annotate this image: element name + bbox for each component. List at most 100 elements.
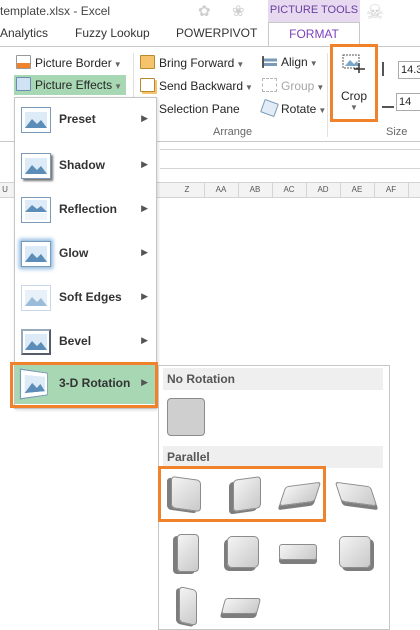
menu-item-label: Bevel	[59, 334, 92, 348]
group-button[interactable]: Group ▼	[262, 78, 324, 93]
rotation-shape-icon	[179, 586, 197, 626]
chevron-down-icon: ▼	[309, 59, 318, 68]
menu-item-reflection[interactable]: Reflection ▶	[15, 190, 156, 230]
picture-effects-label: Picture Effects	[35, 78, 113, 92]
rotation-shape-icon	[334, 481, 378, 507]
chevron-down-icon: ▼	[318, 106, 327, 115]
title-bar: template.xlsx - Excel ✿ ❀ PICTURE TOOLS …	[0, 0, 420, 24]
picture-border-icon	[16, 55, 31, 69]
rotation-shape-icon	[279, 544, 317, 560]
rotation-shape-icon	[227, 536, 259, 568]
chevron-down-icon: ▼	[316, 83, 325, 92]
chevron-down-icon: ▼	[236, 60, 245, 69]
tab-format-label: FORMAT	[289, 27, 339, 41]
height-field[interactable]: 14.3	[382, 61, 420, 79]
menu-item-label: Soft Edges	[59, 290, 122, 304]
width-field[interactable]: 14	[382, 93, 420, 111]
shadow-icon	[21, 153, 51, 179]
parallel-header-label: Parallel	[167, 450, 210, 464]
chevron-right-icon: ▶	[141, 113, 148, 123]
parallel-option-6[interactable]	[223, 532, 263, 572]
column-header[interactable]: AE	[340, 185, 374, 194]
picture-effects-button[interactable]: Picture Effects ▼	[14, 75, 127, 95]
bring-forward-icon	[140, 55, 155, 69]
chevron-down-icon: ▼	[113, 60, 122, 69]
selection-pane-label: Selection Pane	[159, 102, 240, 116]
chevron-right-icon: ▶	[141, 159, 148, 169]
column-header[interactable]: AC	[272, 185, 306, 194]
menu-item-label: Glow	[59, 246, 89, 260]
no-rotation-header: No Rotation	[163, 368, 383, 390]
picture-border-button[interactable]: Picture Border ▼	[0, 55, 122, 70]
menu-item-preset[interactable]: Preset ▶	[15, 100, 156, 140]
tab-powerpivot[interactable]: POWERPIVOT	[176, 26, 257, 40]
formula-input[interactable]	[160, 149, 420, 169]
column-gridline	[408, 183, 409, 197]
parallel-option-9[interactable]	[167, 586, 207, 626]
send-backward-button[interactable]: Send Backward ▼	[140, 78, 253, 93]
highlight-3d-rotation	[10, 362, 158, 408]
bring-forward-label: Bring Forward	[159, 56, 235, 70]
column-header[interactable]: AA	[204, 185, 238, 194]
crop-button[interactable]: Crop ▼	[330, 44, 378, 122]
height-icon	[382, 62, 396, 76]
width-icon	[382, 96, 394, 108]
bevel-icon	[21, 329, 51, 355]
menu-item-soft-edges[interactable]: Soft Edges ▶	[15, 278, 156, 318]
rotate-icon	[260, 98, 279, 118]
menu-item-label: Shadow	[59, 158, 106, 172]
arrange-group-label: Arrange	[213, 126, 253, 138]
picture-border-label: Picture Border	[35, 56, 112, 70]
align-icon	[262, 56, 277, 68]
parallel-option-5[interactable]	[167, 532, 207, 572]
send-backward-label: Send Backward	[159, 79, 244, 93]
bring-forward-button[interactable]: Bring Forward ▼	[140, 55, 244, 70]
size-group-label: Size	[386, 126, 408, 138]
width-input[interactable]: 14	[396, 93, 420, 111]
tab-fuzzy-lookup[interactable]: Fuzzy Lookup	[75, 26, 150, 40]
menu-item-bevel[interactable]: Bevel ▶	[15, 322, 156, 362]
decoration-icon: ✿	[198, 3, 211, 20]
reflection-icon	[21, 197, 51, 223]
preset-icon	[21, 107, 51, 133]
parallel-option-10[interactable]	[220, 586, 262, 626]
menu-item-label: Preset	[59, 112, 96, 126]
rotate-label: Rotate	[281, 102, 317, 116]
rotation-shape-icon	[220, 598, 262, 614]
rotation-shape-icon	[339, 536, 371, 568]
align-label: Align	[281, 55, 308, 69]
highlight-parallel-options	[158, 466, 326, 522]
decoration-icon: ❀	[232, 3, 245, 20]
menu-item-glow[interactable]: Glow ▶	[15, 234, 156, 274]
no-rotation-option[interactable]	[167, 398, 205, 436]
chevron-right-icon: ▶	[141, 247, 148, 257]
column-header[interactable]: AF	[374, 185, 408, 194]
soft-edges-icon	[21, 285, 51, 311]
menu-item-shadow[interactable]: Shadow ▶	[15, 146, 156, 186]
picture-effects-icon	[16, 77, 31, 91]
chevron-right-icon: ▶	[141, 203, 148, 213]
chevron-down-icon: ▼	[350, 103, 358, 112]
align-button[interactable]: Align ▼	[262, 55, 318, 69]
column-header[interactable]: AB	[238, 185, 272, 194]
picture-tools-label: PICTURE TOOLS	[269, 4, 359, 16]
parallel-header: Parallel	[163, 446, 383, 468]
parallel-option-4[interactable]	[334, 474, 378, 514]
tab-analytics[interactable]: Analytics	[0, 26, 48, 40]
height-input[interactable]: 14.3	[398, 61, 420, 79]
group-label: Group	[281, 79, 315, 93]
parallel-option-8[interactable]	[335, 532, 375, 572]
parallel-option-7[interactable]	[277, 532, 317, 572]
send-backward-icon	[140, 78, 155, 92]
chevron-down-icon: ▼	[114, 82, 123, 91]
chevron-down-icon: ▼	[245, 83, 253, 92]
crop-icon	[342, 54, 365, 73]
group-icon	[262, 78, 277, 92]
glow-icon	[21, 241, 51, 267]
crop-label: Crop	[340, 89, 367, 103]
chevron-right-icon: ▶	[141, 335, 148, 345]
column-header[interactable]: Z	[170, 185, 204, 194]
picture-tools-group: PICTURE TOOLS	[268, 0, 360, 22]
column-header[interactable]: AD	[306, 185, 340, 194]
rotate-button[interactable]: Rotate ▼	[260, 98, 327, 118]
